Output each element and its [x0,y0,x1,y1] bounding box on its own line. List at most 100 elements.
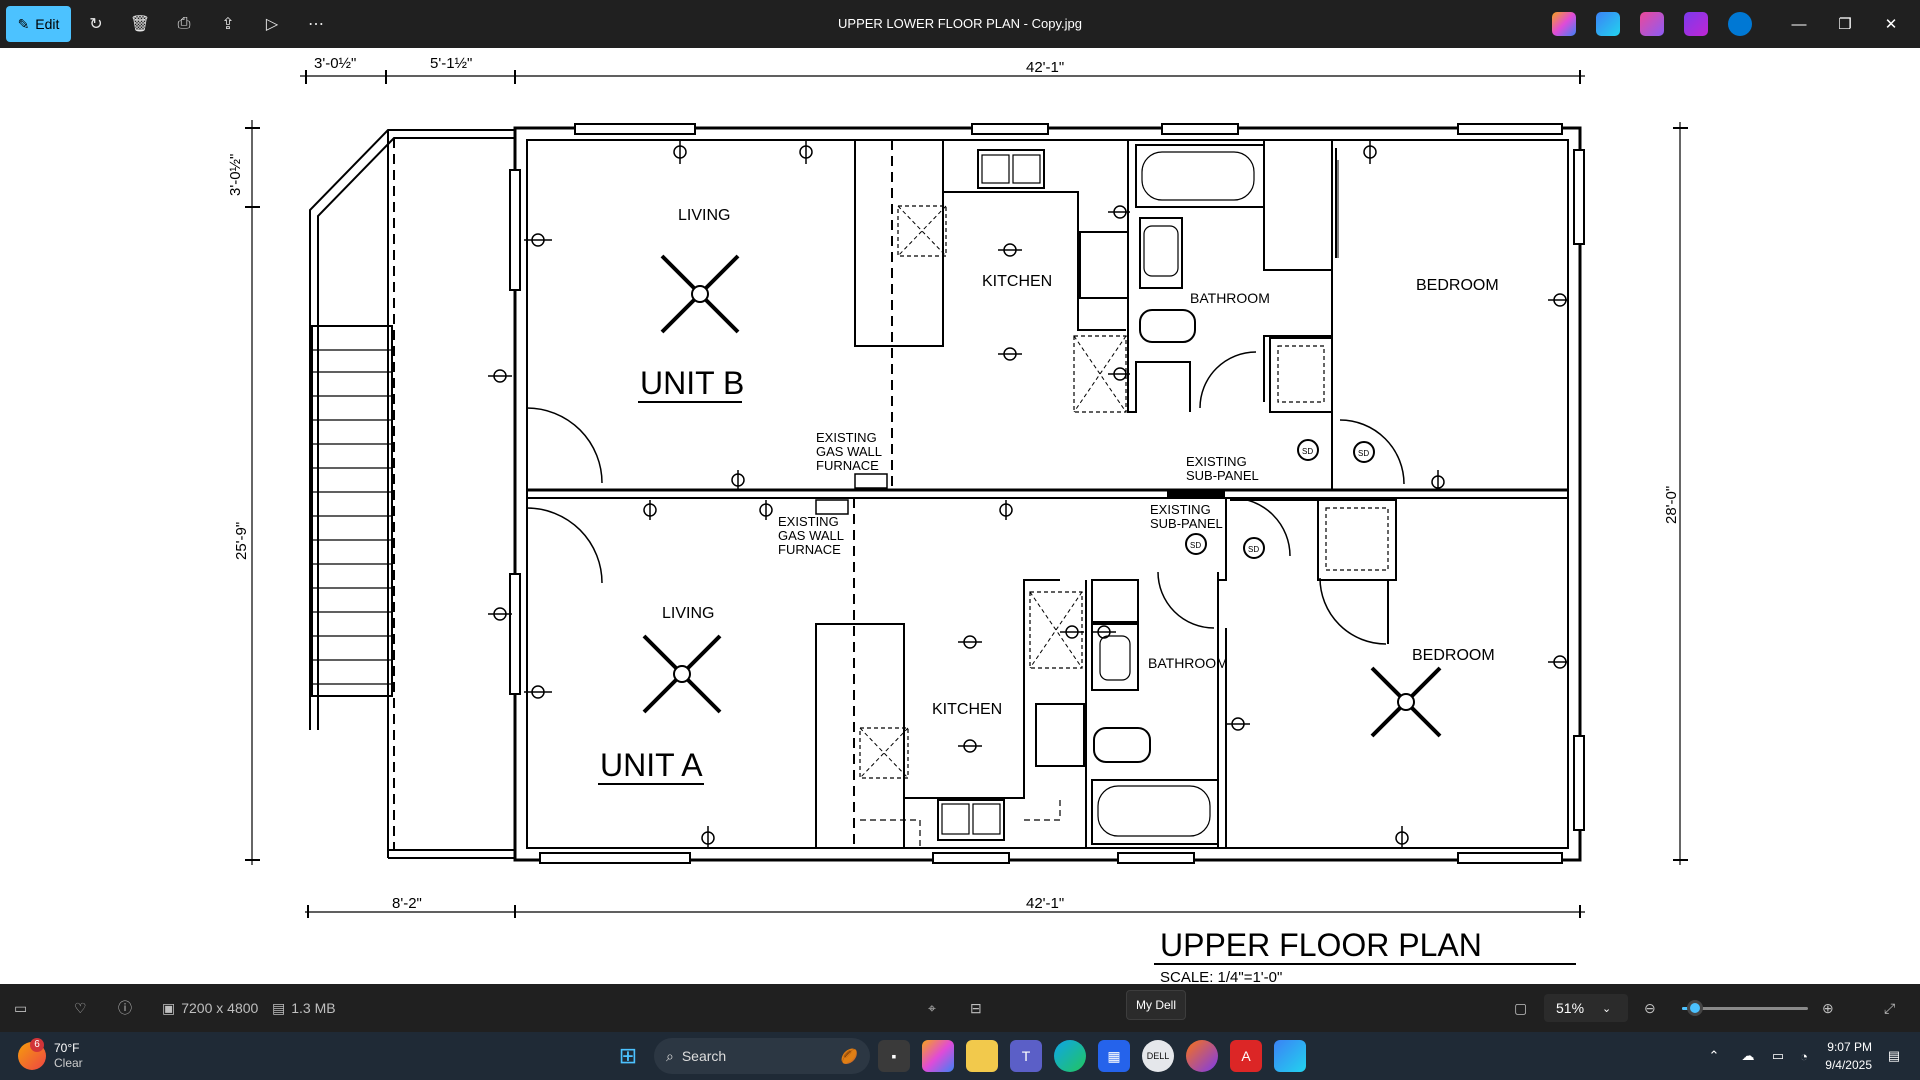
volume-icon[interactable]: ◔ [1794,1046,1814,1066]
smoke-detector-2: SD [1358,449,1369,458]
note-subpanel-b-1: EXISTING [1186,454,1247,469]
title-bar: ✎ Edit ↻ 🗑 ⎙ ⇪ ▷ ⋯ UPPER LOWER FLOOR PLA… [0,0,1920,48]
zoom-out-icon[interactable]: ⊖ [1644,996,1656,1020]
file-size-value: 1.3 MB [291,1000,336,1016]
chevron-down-icon: ⌄ [1602,1002,1612,1015]
room-label-living-a: LIVING [662,605,714,622]
filmstrip-icon[interactable]: ▭ [14,996,27,1020]
more-icon[interactable]: ⋯ [304,12,328,36]
edge-icon[interactable] [1054,1040,1086,1072]
clock[interactable]: 9:07 PM 9/4/2025 [1825,1038,1872,1074]
window-title: UPPER LOWER FLOOR PLAN - Copy.jpg [838,16,1082,31]
dim-top-left-a: 3'-0½" [314,55,356,72]
display-icon[interactable]: ▭ [1768,1046,1788,1066]
minimize-button[interactable]: — [1776,0,1822,48]
dim-top-left-b: 5'-1½" [430,55,472,72]
weather-widget[interactable]: 6 70°F Clear [18,1038,83,1074]
status-bar: ▭ ♡ ⓘ ▣ 7200 x 4800 ▤ 1.3 MB ⌖ ⊟ ▢ ⊖ ⊕ ⤢ [0,984,1920,1032]
smoke-detector-3: SD [1190,541,1201,550]
taskbar-tooltip: My Dell [1126,990,1186,1020]
search-icon: ⌕ [666,1047,674,1064]
dimensions-value: 7200 x 4800 [181,1000,259,1016]
zoom-slider-thumb[interactable] [1686,1000,1703,1016]
room-label-living-b: LIVING [678,207,730,224]
file-explorer-icon[interactable] [966,1040,998,1072]
photos-icon[interactable] [1274,1040,1306,1072]
onedrive-tray-icon[interactable]: ☁ [1738,1046,1758,1066]
room-label-bedroom-a: BEDROOM [1412,647,1495,664]
dim-bottom-left: 8'-2" [392,895,422,912]
search-input[interactable]: ⌕ Search 🏉 [654,1038,870,1074]
designer-icon[interactable] [1596,12,1620,36]
slideshow-icon[interactable]: ▷ [260,12,284,36]
zoom-in-icon[interactable]: ⊕ [1822,996,1834,1020]
start-icon[interactable]: ⊞ [612,1040,644,1072]
delete-icon[interactable]: 🗑 [128,12,152,36]
dim-top-main: 42'-1" [1026,59,1064,76]
dell-icon[interactable]: DELL [1142,1040,1174,1072]
note-furnace-a-2: GAS WALL [778,528,844,543]
dim-left-main: 25'-9" [233,522,250,560]
share-icon[interactable]: ⇪ [216,12,240,36]
room-label-bathroom-a: BATHROOM [1148,655,1228,671]
image-canvas[interactable]: 3'-0½" 5'-1½" 42'-1" 8'-2" 42'-1" 3'-0½"… [0,48,1920,984]
note-subpanel-a-2: SUB-PANEL [1150,516,1223,531]
teams-icon[interactable]: T [1010,1040,1042,1072]
sheet-title: UPPER FLOOR PLAN [1160,927,1482,963]
fullscreen-icon[interactable]: ⤢ [1884,996,1895,1020]
restore-button[interactable]: ❐ [1822,0,1868,48]
chevron-up-icon[interactable]: ⌃ [1704,1046,1724,1066]
unit-label-a: UNIT A [600,747,703,783]
weather-temp: 70°F [54,1041,80,1055]
photos-editor-icon[interactable] [1684,12,1708,36]
clock-date: 9/4/2025 [1825,1058,1872,1072]
dim-bottom-main: 42'-1" [1026,895,1064,912]
weather-badge: 6 [30,1038,44,1052]
notification-icon[interactable]: ▤ [1884,1046,1904,1066]
taskbar: 6 70°F Clear ⊞ ⌕ Search 🏉 ▪ T ▦ DELL A ⌃… [0,1032,1920,1080]
print-icon[interactable]: ⎙ [172,12,196,36]
room-label-bathroom-b: BATHROOM [1190,290,1270,306]
room-label-kitchen-b: KITCHEN [982,273,1052,290]
unit-label-b: UNIT B [640,365,744,401]
dim-left-top: 3'-0½" [227,154,244,196]
disk-icon: ▤ [272,999,286,1016]
favorite-icon[interactable]: ♡ [74,996,87,1020]
close-button[interactable]: ✕ [1868,0,1914,48]
file-size: ▤ 1.3 MB [272,996,336,1020]
onedrive-icon[interactable] [1728,12,1752,36]
edit-label: Edit [35,16,60,32]
text-extract-icon[interactable]: ⊟ [970,996,982,1020]
weather-icon: 6 [18,1038,46,1070]
dim-right-main: 28'-0" [1663,486,1680,524]
firefox-icon[interactable] [1186,1040,1218,1072]
floor-plan-image: 3'-0½" 5'-1½" 42'-1" 8'-2" 42'-1" 3'-0½"… [227,55,1688,984]
sheet-scale: SCALE: 1/4"=1'-0" [1160,969,1282,984]
search-placeholder: Search [681,1048,727,1064]
info-icon[interactable]: ⓘ [118,996,132,1020]
weather-desc: Clear [54,1056,83,1070]
edit-button[interactable]: ✎ Edit [6,6,71,42]
image-dimensions: ▣ 7200 x 4800 [162,996,258,1020]
note-furnace-a-1: EXISTING [778,514,839,529]
room-label-kitchen-a: KITCHEN [932,701,1002,718]
note-subpanel-a-1: EXISTING [1150,502,1211,517]
store-icon[interactable]: ▦ [1098,1040,1130,1072]
copilot-icon[interactable] [1552,12,1576,36]
note-furnace-b-1: EXISTING [816,430,877,445]
zoom-level-dropdown[interactable]: 51% ⌄ [1544,994,1628,1022]
rotate-icon[interactable]: ↻ [84,12,108,36]
edit-icon: ✎ [17,15,30,32]
clock-time: 9:07 PM [1827,1040,1872,1054]
note-subpanel-b-2: SUB-PANEL [1186,468,1259,483]
note-furnace-a-3: FURNACE [778,542,841,557]
room-label-bedroom-b: BEDROOM [1416,277,1499,294]
visual-search-icon[interactable]: ⌖ [928,996,936,1020]
copilot-taskbar-icon[interactable] [922,1040,954,1072]
smoke-detector-1: SD [1302,447,1313,456]
acrobat-icon[interactable]: A [1230,1040,1262,1072]
dimensions-icon: ▣ [162,999,176,1016]
clipchamp-icon[interactable] [1640,12,1664,36]
fit-window-icon[interactable]: ▢ [1514,996,1527,1020]
task-view-icon[interactable]: ▪ [878,1040,910,1072]
